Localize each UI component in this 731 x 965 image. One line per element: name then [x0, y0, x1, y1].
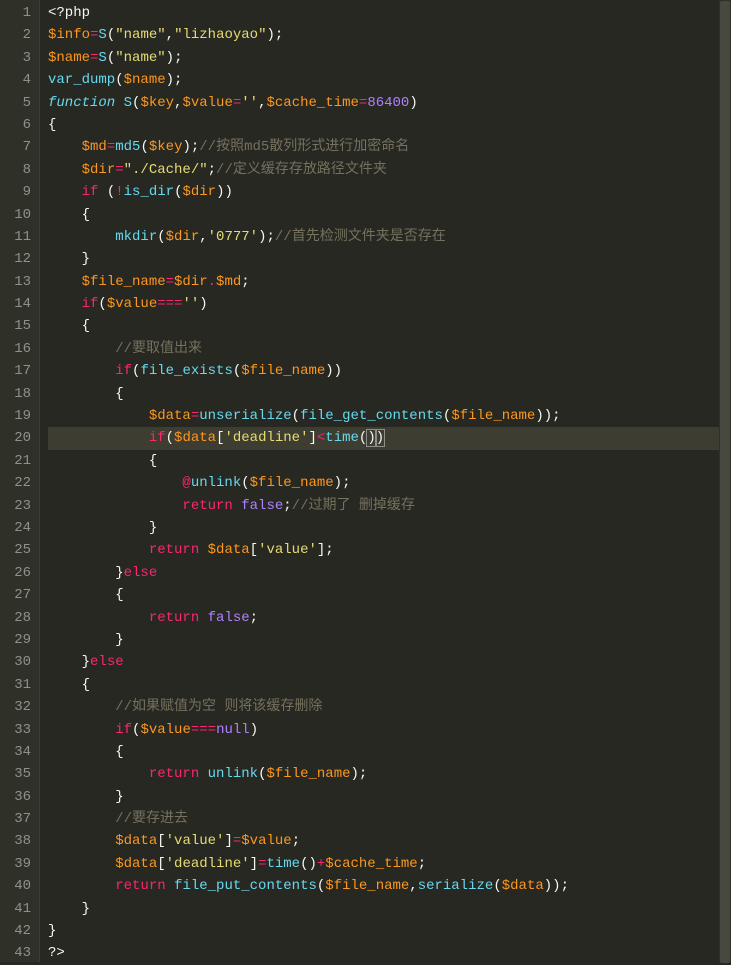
code-line[interactable]: { [48, 450, 731, 472]
line-number: 33 [0, 719, 31, 741]
line-number: 12 [0, 248, 31, 270]
line-number: 8 [0, 159, 31, 181]
scrollbar-thumb[interactable] [720, 1, 730, 963]
line-number: 13 [0, 271, 31, 293]
line-number: 35 [0, 763, 31, 785]
code-line[interactable]: $info=S("name","lizhaoyao"); [48, 24, 731, 46]
code-line[interactable]: if(file_exists($file_name)) [48, 360, 731, 382]
code-line[interactable]: } [48, 898, 731, 920]
line-number: 20 [0, 427, 31, 449]
code-line[interactable]: function S($key,$value='',$cache_time=86… [48, 92, 731, 114]
line-number: 29 [0, 629, 31, 651]
code-line[interactable]: return $data['value']; [48, 539, 731, 561]
line-number: 11 [0, 226, 31, 248]
line-number: 26 [0, 562, 31, 584]
line-number: 28 [0, 607, 31, 629]
code-line[interactable]: return false;//过期了 删掉缓存 [48, 495, 731, 517]
line-number: 38 [0, 830, 31, 852]
line-number: 24 [0, 517, 31, 539]
code-line[interactable]: //如果赋值为空 则将该缓存删除 [48, 696, 731, 718]
code-line[interactable]: } [48, 248, 731, 270]
line-number: 42 [0, 920, 31, 942]
line-number: 32 [0, 696, 31, 718]
code-line[interactable]: ?> [48, 942, 731, 964]
line-number: 17 [0, 360, 31, 382]
line-number: 1 [0, 2, 31, 24]
code-line[interactable]: mkdir($dir,'0777');//首先检测文件夹是否存在 [48, 226, 731, 248]
line-number: 15 [0, 315, 31, 337]
code-line[interactable]: $data['value']=$value; [48, 830, 731, 852]
code-line[interactable]: }else [48, 651, 731, 673]
line-number: 3 [0, 47, 31, 69]
line-number: 31 [0, 674, 31, 696]
code-line[interactable]: } [48, 517, 731, 539]
code-line[interactable]: <?php [48, 2, 731, 24]
line-number: 14 [0, 293, 31, 315]
code-line[interactable]: $file_name=$dir.$md; [48, 271, 731, 293]
code-line[interactable]: $data=unserialize(file_get_contents($fil… [48, 405, 731, 427]
line-number: 22 [0, 472, 31, 494]
code-line[interactable]: $md=md5($key);//按照md5散列形式进行加密命名 [48, 136, 731, 158]
line-number: 27 [0, 584, 31, 606]
line-number: 41 [0, 898, 31, 920]
line-number: 23 [0, 495, 31, 517]
line-number: 34 [0, 741, 31, 763]
line-number: 6 [0, 114, 31, 136]
code-line[interactable]: return unlink($file_name); [48, 763, 731, 785]
code-line[interactable]: { [48, 584, 731, 606]
code-line[interactable]: } [48, 786, 731, 808]
line-number: 43 [0, 942, 31, 964]
line-gutter: 1234567891011121314151617181920212223242… [0, 0, 40, 962]
code-line[interactable]: return file_put_contents($file_name,seri… [48, 875, 731, 897]
line-number: 37 [0, 808, 31, 830]
code-line[interactable]: return false; [48, 607, 731, 629]
code-line[interactable]: if($data['deadline']<time()) [48, 427, 731, 449]
code-line[interactable]: $dir="./Cache/";//定义缓存存放路径文件夹 [48, 159, 731, 181]
line-number: 25 [0, 539, 31, 561]
code-line[interactable]: { [48, 114, 731, 136]
line-number: 9 [0, 181, 31, 203]
code-editor[interactable]: 1234567891011121314151617181920212223242… [0, 0, 731, 962]
code-line[interactable]: } [48, 629, 731, 651]
code-area[interactable]: <?php$info=S("name","lizhaoyao");$name=S… [40, 0, 731, 962]
line-number: 10 [0, 204, 31, 226]
line-number: 39 [0, 853, 31, 875]
vertical-scrollbar[interactable] [719, 0, 731, 962]
code-line[interactable]: if (!is_dir($dir)) [48, 181, 731, 203]
code-line[interactable]: //要取值出来 [48, 338, 731, 360]
line-number: 7 [0, 136, 31, 158]
code-line[interactable]: { [48, 204, 731, 226]
code-line[interactable]: var_dump($name); [48, 69, 731, 91]
code-line[interactable]: { [48, 674, 731, 696]
code-line[interactable]: }else [48, 562, 731, 584]
code-line[interactable]: if($value===null) [48, 719, 731, 741]
line-number: 36 [0, 786, 31, 808]
code-line[interactable]: { [48, 383, 731, 405]
code-line[interactable]: { [48, 315, 731, 337]
line-number: 18 [0, 383, 31, 405]
code-line[interactable]: $name=S("name"); [48, 47, 731, 69]
line-number: 40 [0, 875, 31, 897]
code-line[interactable]: { [48, 741, 731, 763]
line-number: 4 [0, 69, 31, 91]
code-line[interactable]: if($value==='') [48, 293, 731, 315]
line-number: 19 [0, 405, 31, 427]
line-number: 5 [0, 92, 31, 114]
line-number: 16 [0, 338, 31, 360]
code-line[interactable]: $data['deadline']=time()+$cache_time; [48, 853, 731, 875]
line-number: 30 [0, 651, 31, 673]
code-line[interactable]: //要存进去 [48, 808, 731, 830]
code-line[interactable]: @unlink($file_name); [48, 472, 731, 494]
line-number: 2 [0, 24, 31, 46]
code-line[interactable]: } [48, 920, 731, 942]
line-number: 21 [0, 450, 31, 472]
